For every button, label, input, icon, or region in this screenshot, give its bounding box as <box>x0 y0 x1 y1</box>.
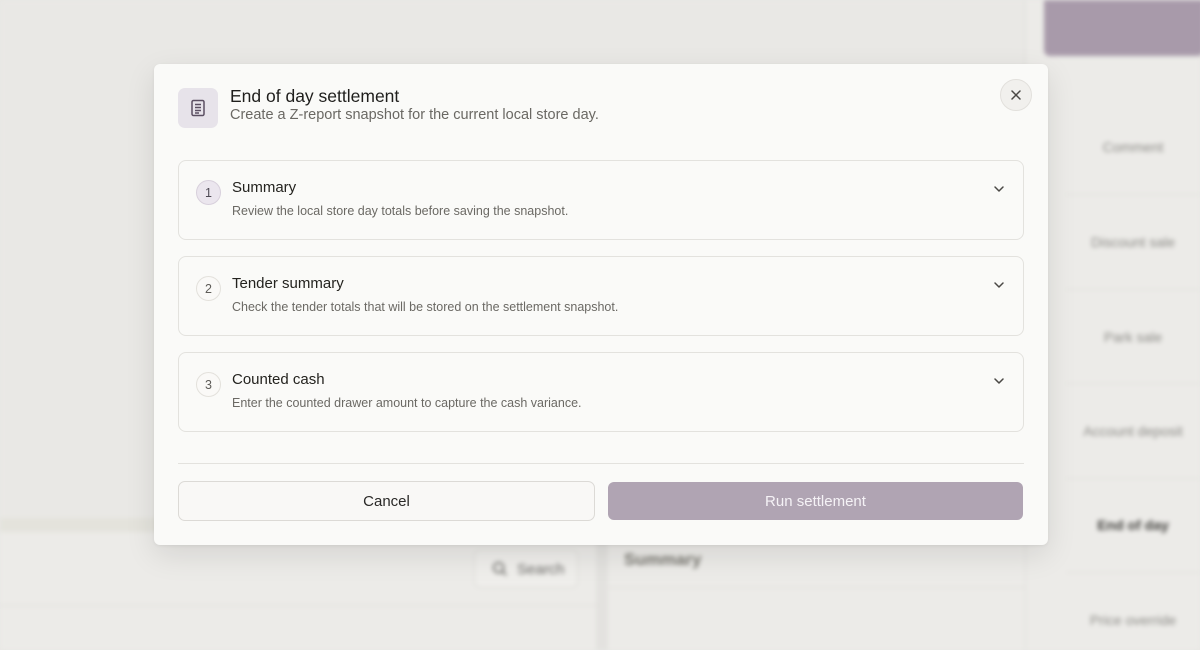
step-number: 1 <box>196 180 221 205</box>
divider-line <box>608 587 1025 588</box>
step-title: Counted cash <box>232 371 325 388</box>
step-title: Summary <box>232 179 297 196</box>
action-sidebar <box>1025 0 1200 650</box>
search-label: Search <box>517 560 565 578</box>
action-separator <box>1066 194 1200 195</box>
step-description: Check the tender totals that will be sto… <box>232 300 619 314</box>
chevron-down-icon <box>994 186 1004 192</box>
action-comment[interactable]: Comment <box>1066 139 1200 155</box>
cancel-button[interactable]: Cancel <box>178 481 595 521</box>
step-number: 3 <box>196 372 221 397</box>
run-settlement-button[interactable]: Run settlement <box>608 482 1023 520</box>
action-separator <box>1066 289 1200 290</box>
footer-divider <box>178 463 1024 464</box>
action-separator <box>1066 383 1200 384</box>
step-summary[interactable]: 1 Summary Review the local store day tot… <box>178 160 1024 240</box>
dialog-subtitle: Create a Z-report snapshot for the curre… <box>230 107 599 123</box>
action-discount-sale[interactable]: Discount sale <box>1066 234 1200 250</box>
summary-heading: Summary <box>624 550 702 569</box>
action-separator <box>1066 572 1200 573</box>
step-tender-summary[interactable]: 2 Tender summary Check the tender totals… <box>178 256 1024 336</box>
panel-divider <box>596 532 608 650</box>
receipt-icon <box>178 88 218 128</box>
action-separator <box>1066 478 1200 479</box>
action-end-of-day[interactable]: End of day <box>1066 517 1200 533</box>
step-counted-cash[interactable]: 3 Counted cash Enter the counted drawer … <box>178 352 1024 432</box>
step-title: Tender summary <box>232 275 344 292</box>
step-description: Review the local store day totals before… <box>232 204 569 218</box>
chevron-down-icon <box>994 378 1004 384</box>
chevron-down-icon <box>994 282 1004 288</box>
close-icon <box>1011 90 1021 100</box>
divider-line <box>0 605 600 606</box>
step-number: 2 <box>196 276 221 301</box>
settlement-dialog: End of day settlement Create a Z-report … <box>154 64 1048 545</box>
step-description: Enter the counted drawer amount to captu… <box>232 396 582 410</box>
primary-action-bar[interactable] <box>1044 0 1200 56</box>
action-account-deposit[interactable]: Account deposit <box>1066 423 1200 439</box>
action-park-sale[interactable]: Park sale <box>1066 329 1200 345</box>
search-icon <box>492 561 507 576</box>
close-button[interactable] <box>1000 79 1032 111</box>
dialog-title: End of day settlement <box>230 86 400 106</box>
search-button[interactable]: Search <box>474 550 578 588</box>
action-price-override[interactable]: Price override <box>1066 612 1200 628</box>
